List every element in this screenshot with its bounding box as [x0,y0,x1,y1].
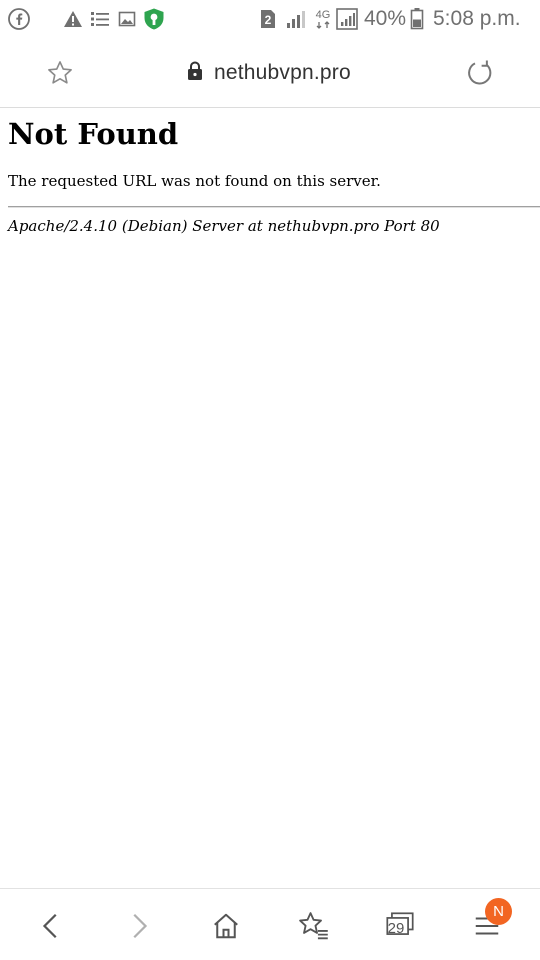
server-signature: Apache/2.4.10 (Debian) Server at nethubv… [8,217,440,235]
browser-toolbar: nethubvpn.pro [0,38,540,108]
address-bar[interactable]: nethubvpn.pro [186,57,351,89]
page-content: Not Found The requested URL was not foun… [8,108,540,236]
back-icon[interactable] [25,899,79,953]
status-time: 5:08 p.m. [433,7,521,30]
sim2-icon: 2 [259,0,277,38]
tabs-count: 29 [387,919,405,937]
signal-icon [335,0,359,38]
bottom-nav: 29 [0,888,540,960]
error-message: The requested URL was not found on this … [8,172,381,190]
tabs-icon[interactable]: 29 [373,899,427,953]
list-icon [90,0,110,38]
vpn-shield-icon [142,0,166,38]
image-icon [118,0,136,38]
reload-icon[interactable] [463,56,497,90]
url-text: nethubvpn.pro [214,61,351,84]
facebook-icon [7,0,31,38]
battery-percent: 40% [364,7,407,30]
network-4g-icon: 4G [313,0,333,38]
bookmarks-icon[interactable] [286,899,340,953]
svg-text:4G: 4G [316,9,331,21]
warning-icon [63,0,83,38]
status-bar: 2 4G 40% 5:08 p.m. [0,0,540,38]
notification-badge: N [485,898,512,925]
lock-icon [186,60,204,86]
divider [8,206,540,208]
home-icon[interactable] [199,899,253,953]
page-title: Not Found [8,117,179,151]
forward-icon[interactable] [111,899,165,953]
star-outline-icon[interactable] [43,56,77,90]
signal-icon [285,0,307,38]
battery-icon [410,0,424,38]
svg-text:2: 2 [265,13,272,27]
